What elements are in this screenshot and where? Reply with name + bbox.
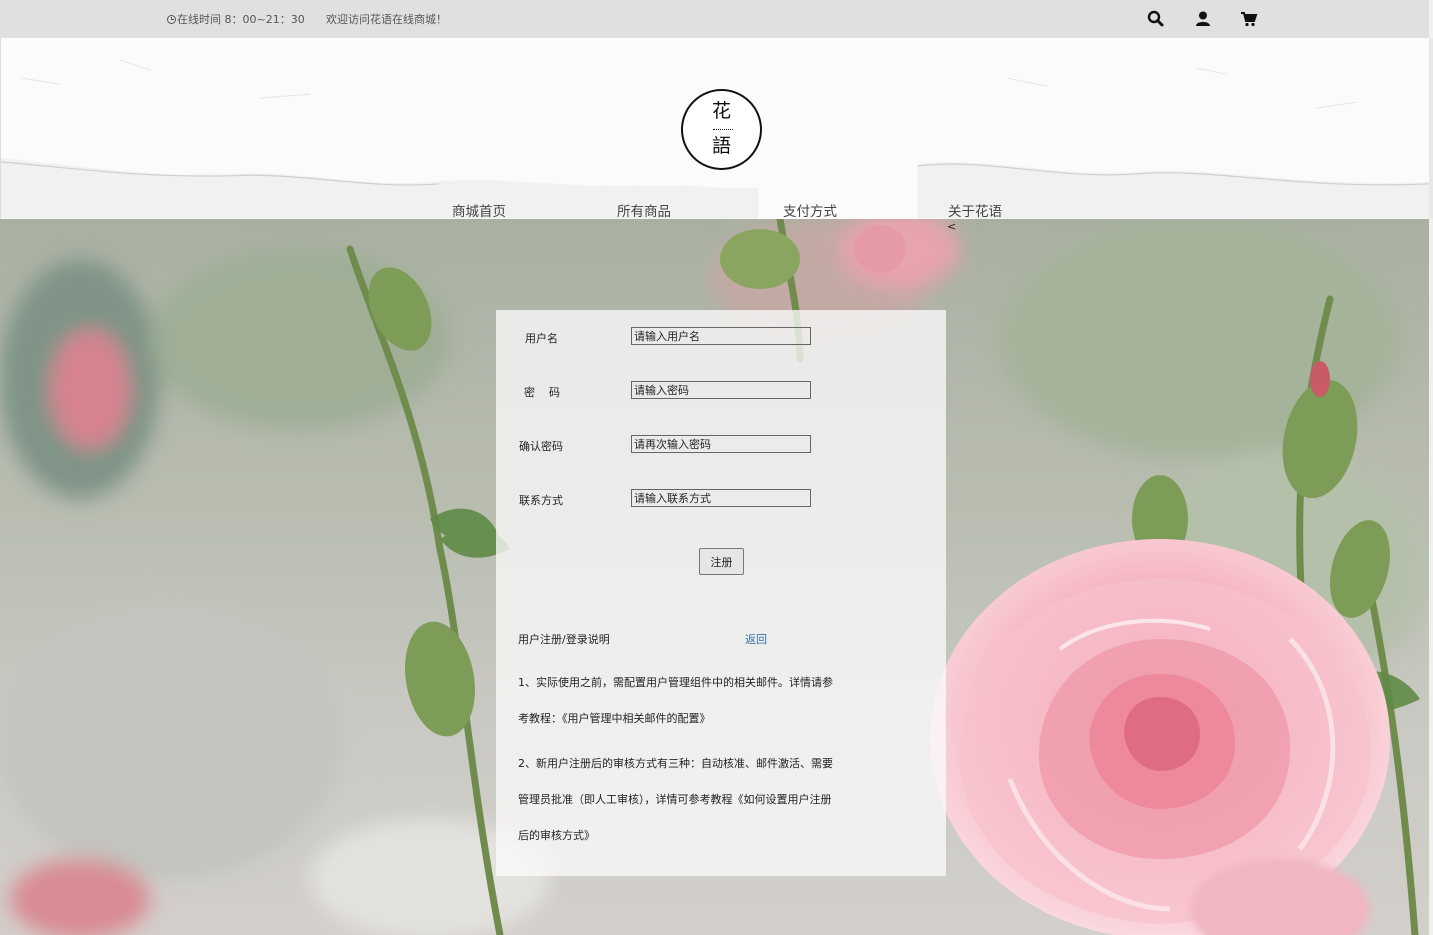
opening-hours: 在线时间 8：00~21：30 [167,11,305,27]
password-input[interactable] [631,381,811,399]
user-icon [1196,11,1210,26]
password-label: 密 码 [524,386,560,399]
account-button[interactable] [1193,9,1213,29]
nav-about[interactable]: 关于花语 [948,200,1002,219]
username-label: 用户名 [525,332,558,345]
note-item: 2、新用户注册后的审核方式有三种：自动核准、邮件激活、需要管理员批准（即人工审核… [518,757,833,842]
cart-button[interactable] [1239,9,1259,29]
confirm-password-input[interactable] [631,435,811,453]
username-input[interactable] [631,327,811,345]
site-header: 花 語 商城首页 所有商品 支付方式 关于花语 [0,38,1433,219]
contact-input[interactable] [631,489,811,507]
welcome-message: 欢迎访问花语在线商城！ [326,13,447,26]
nav-all-products[interactable]: 所有商品 [617,200,671,219]
note-item: 1、实际使用之前，需配置用户管理组件中的相关邮件。详情请参考教程：《用户管理中相… [518,676,833,725]
opening-hours-text: 在线时间 8：00~21：30 [177,13,305,26]
confirm-password-label: 确认密码 [519,440,563,453]
back-link[interactable]: 返回 [745,631,767,647]
logo-char-top: 花 [711,100,731,122]
brand-logo[interactable]: 花 語 [681,89,762,170]
contact-label: 联系方式 [519,494,563,507]
notes-title: 用户注册/登录说明 [518,633,610,646]
stray-arrow-mark: < [947,220,957,233]
register-button[interactable]: 注册 [699,548,744,575]
logo-divider [713,129,733,130]
top-bar: 在线时间 8：00~21：30 欢迎访问花语在线商城！ [0,0,1433,38]
logo-char-bottom: 語 [711,135,731,157]
nav-home[interactable]: 商城首页 [452,200,506,219]
page-scrollbar-edge [1429,219,1433,935]
search-button[interactable] [1146,9,1166,29]
cart-icon [1241,12,1258,27]
register-panel: 用户名 密 码 确认密码 联系方式 注册 用户注册/登录说明 返回 1、实际使用… [496,310,946,876]
nav-payment-methods[interactable]: 支付方式 [783,200,837,219]
search-icon [1147,10,1164,27]
clock-icon [167,14,176,24]
